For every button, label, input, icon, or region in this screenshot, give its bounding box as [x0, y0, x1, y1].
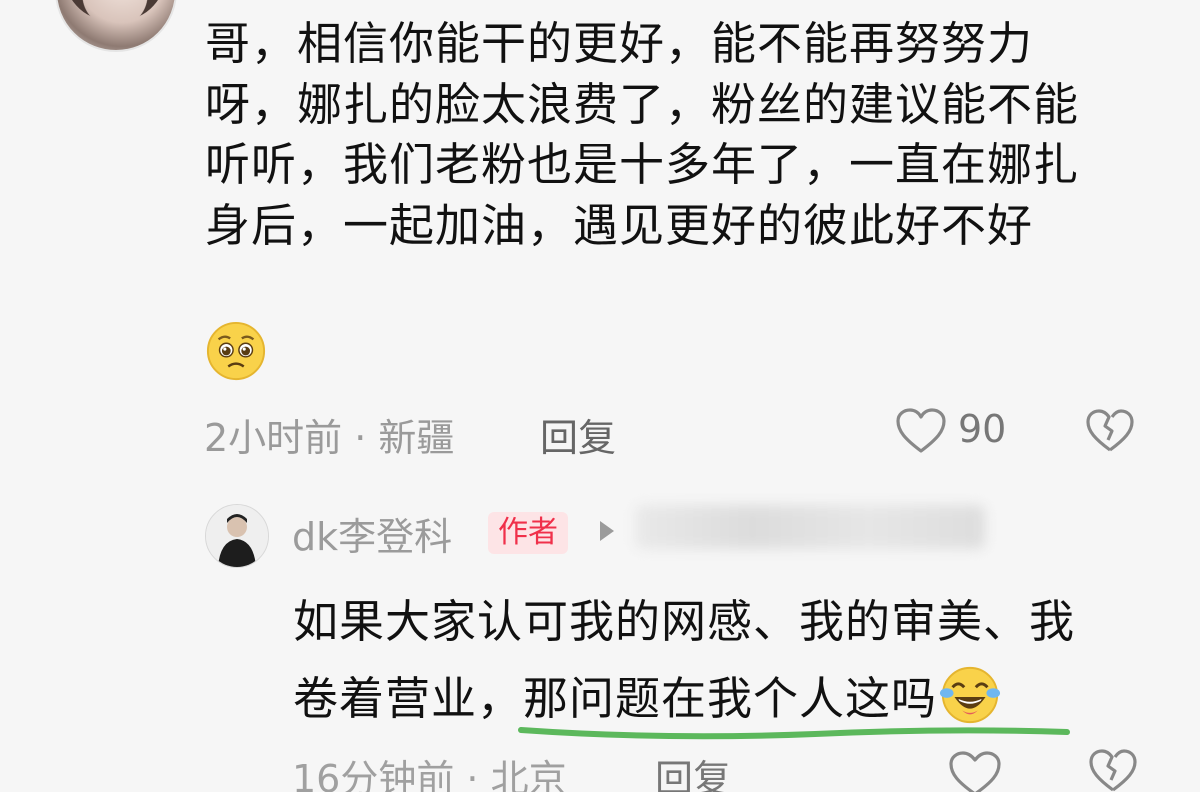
like-count: 90: [958, 407, 1007, 451]
author-portrait: [206, 505, 268, 567]
reply-line-start: 卷着营业，: [293, 672, 524, 725]
blurred-reply-target: [635, 505, 985, 549]
heart-icon[interactable]: [948, 750, 1002, 792]
author-username[interactable]: dk李登科: [292, 506, 452, 561]
heart-icon[interactable]: [895, 407, 947, 455]
author-badge: 作者: [488, 512, 568, 554]
reply-to-arrow-icon: [600, 521, 614, 541]
commenter-avatar[interactable]: [55, 0, 177, 52]
reply-button[interactable]: 回复: [540, 407, 616, 462]
author-avatar[interactable]: [205, 504, 269, 568]
reply-button[interactable]: 回复: [655, 748, 731, 792]
comment-line: 哥，相信你能干的更好，能不能再努努力: [205, 17, 1034, 70]
highlight-underline: [518, 727, 1070, 740]
comment-line: 呀，娜扎的脸太浪费了，粉丝的建议能不能: [205, 77, 1080, 131]
pleading-face-emoji: [206, 321, 266, 381]
broken-heart-icon[interactable]: [1088, 748, 1138, 792]
comment-body: 哥，相信你能干的更好，能不能再努努力 呀，娜扎的脸太浪费了，粉丝的建议能不能 听…: [205, 14, 1155, 256]
avatar-portrait: [65, 0, 165, 22]
comment-timestamp-location: 2小时前 · 新疆: [204, 416, 455, 460]
reply-timestamp-location: 16分钟前 · 北京: [292, 757, 567, 792]
comment-line: 身后，一起加油，遇见更好的彼此好不好: [205, 198, 1034, 252]
broken-heart-icon[interactable]: [1085, 408, 1135, 454]
comment-thread: 哥，相信你能干的更好，能不能再努努力 呀，娜扎的脸太浪费了，粉丝的建议能不能 听…: [0, 0, 1200, 792]
comment-line: 听听，我们老粉也是十多年了，一直在娜扎: [205, 138, 1080, 191]
reply-line: 如果大家认可我的网感、我的审美、我: [293, 595, 1076, 648]
